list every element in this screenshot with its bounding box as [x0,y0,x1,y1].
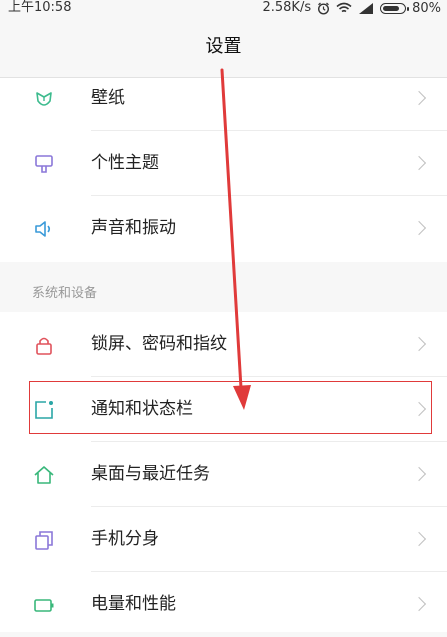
settings-item-wallpaper[interactable]: 壁纸 [0,66,447,131]
settings-item-home-screen[interactable]: 桌面与最近任务 [0,442,447,507]
settings-item-lockscreen[interactable]: 锁屏、密码和指纹 [0,312,447,377]
signal-icon [359,3,374,14]
status-time: 上午10:58 [8,0,72,15]
chevron-right-icon [411,596,427,612]
chevron-right-icon [411,90,427,106]
settings-item-theme[interactable]: 个性主题 [0,131,447,196]
status-bar: 上午10:58 2.58K/s 80% [0,0,447,16]
section-label: 系统和设备 [32,286,98,301]
battery-percent: 80% [412,0,441,16]
notification-icon [35,401,53,419]
chevron-right-icon [411,336,427,352]
wifi-icon [336,2,352,13]
page-title: 设置 [205,36,242,57]
chevron-right-icon [411,401,427,417]
chevron-right-icon [411,220,427,236]
settings-item-label: 壁纸 [91,88,125,108]
network-speed: 2.58K/s [262,0,312,15]
settings-item-sound[interactable]: 声音和振动 [0,196,447,261]
settings-item-label: 电量和性能 [91,594,176,614]
settings-group-display: 壁纸 个性主题 声音和振动 [0,78,447,262]
settings-item-dual-apps[interactable]: 手机分身 [0,507,447,572]
chevron-right-icon [411,531,427,547]
sound-icon [35,221,51,237]
lock-icon [36,337,52,355]
theme-icon [35,155,53,173]
battery-icon [380,2,410,14]
chevron-right-icon [411,155,427,171]
settings-item-notifications[interactable]: 通知和状态栏 [0,377,447,442]
settings-item-label: 通知和状态栏 [91,399,193,419]
settings-item-label: 桌面与最近任务 [91,464,210,484]
settings-group-system: 锁屏、密码和指纹 通知和状态栏 桌面与最近任务 手机分身 电量和性能 [0,312,447,632]
settings-item-label: 手机分身 [91,529,159,549]
settings-item-battery[interactable]: 电量和性能 [0,572,447,637]
chevron-right-icon [411,466,427,482]
wallpaper-icon [36,92,52,106]
dual-app-icon [35,531,53,550]
home-icon [34,466,54,484]
alarm-icon [318,2,330,15]
battery-performance-icon [34,599,54,612]
settings-item-label: 声音和振动 [91,218,176,238]
settings-item-label: 锁屏、密码和指纹 [91,334,227,354]
settings-item-label: 个性主题 [91,153,159,173]
